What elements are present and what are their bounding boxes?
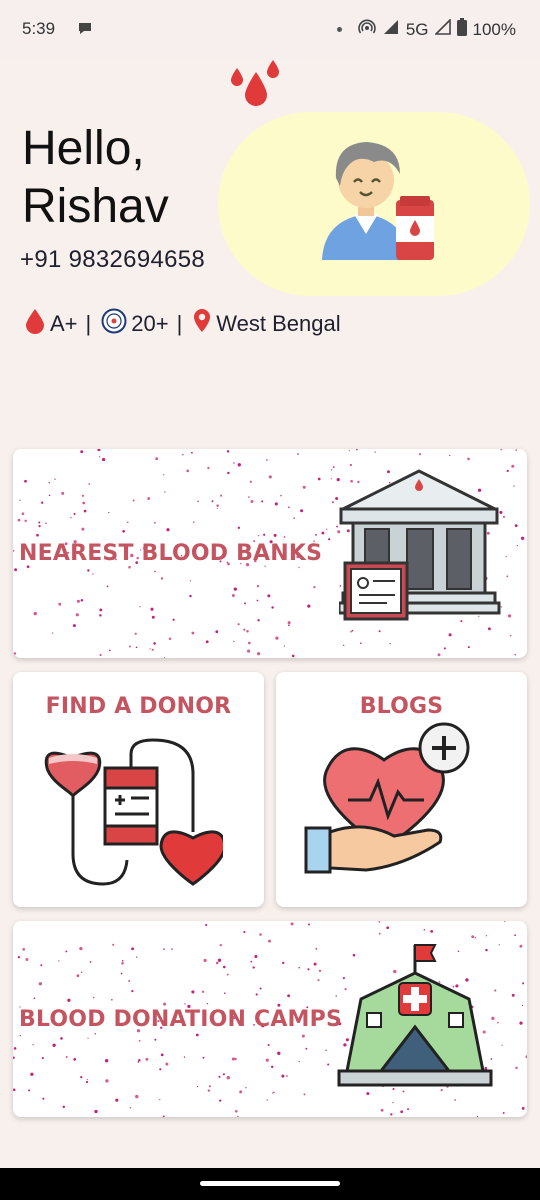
- blood-group: A+: [50, 311, 78, 336]
- notification-dot-icon: [336, 27, 342, 32]
- heart-in-hand-icon: [304, 722, 470, 874]
- home-gesture-handle[interactable]: [200, 1181, 340, 1186]
- avatar[interactable]: [318, 134, 436, 267]
- status-time: 5:39: [22, 19, 56, 38]
- blood-drops-icon: [228, 58, 284, 119]
- location: West Bengal: [216, 311, 341, 336]
- status-bar: 5:39 5G 100%: [0, 0, 540, 60]
- separator: |: [85, 311, 92, 336]
- find-a-donor-label: FIND A DONOR: [45, 694, 232, 719]
- blogs-card[interactable]: BLOGS: [276, 672, 527, 907]
- blood-drop-icon: [24, 308, 46, 340]
- blood-bank-building-icon: [339, 469, 501, 621]
- greeting-text: Hello,: [22, 122, 145, 175]
- donor-badge-icon: [101, 308, 127, 340]
- signal-icon: [433, 18, 451, 40]
- blood-transfusion-icon: [44, 738, 223, 886]
- separator: |: [176, 311, 183, 336]
- greeting-heading: Hello, Rishav: [22, 120, 222, 236]
- network-label: 5G: [405, 19, 429, 39]
- profile-info-row: A+ | 20+ | West Bengal: [24, 308, 341, 340]
- donation-camp-tent-icon: [337, 944, 493, 1087]
- chat-icon: [76, 20, 94, 43]
- signal-r-icon: [382, 18, 400, 41]
- nearest-blood-banks-card[interactable]: NEAREST BLOOD BANKS: [13, 449, 527, 658]
- phone-number: +91 9832694658: [20, 246, 206, 273]
- battery-icon: [456, 18, 467, 41]
- system-nav-bar: [0, 1168, 540, 1200]
- user-name: Rishav: [22, 180, 169, 233]
- blood-donation-camps-label: BLOOD DONATION CAMPS: [19, 1007, 343, 1032]
- battery-label: 100%: [472, 19, 516, 39]
- status-icons: 5G 100%: [336, 18, 516, 41]
- blood-donation-camps-card[interactable]: BLOOD DONATION CAMPS: [13, 921, 527, 1117]
- find-a-donor-card[interactable]: FIND A DONOR: [13, 672, 264, 907]
- location-pin-icon: [192, 308, 212, 340]
- hotspot-icon: [358, 18, 376, 41]
- donation-count: 20+: [131, 311, 169, 336]
- nearest-blood-banks-label: NEAREST BLOOD BANKS: [19, 541, 323, 566]
- blogs-label: BLOGS: [359, 694, 444, 719]
